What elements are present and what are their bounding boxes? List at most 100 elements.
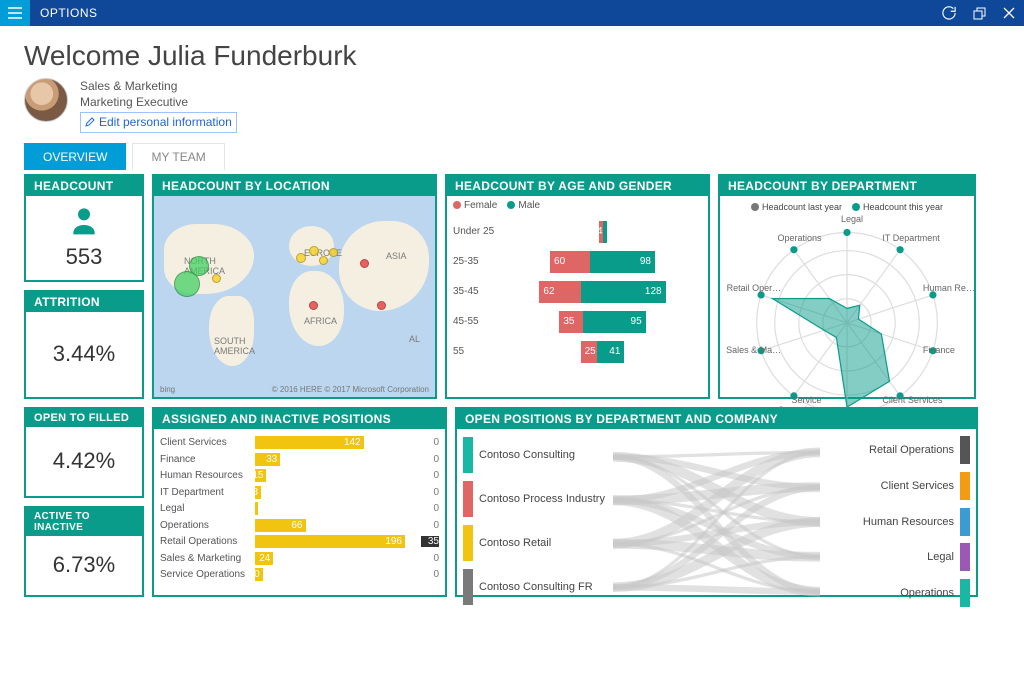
panel-assigned-title: ASSIGNED AND INACTIVE POSITIONS xyxy=(154,409,445,429)
sankey-source: Contoso Process Industry xyxy=(463,479,611,519)
title-bar: OPTIONS xyxy=(0,0,1024,26)
tab-overview[interactable]: OVERVIEW xyxy=(24,143,126,170)
age-legend: Female Male xyxy=(453,200,702,211)
avatar xyxy=(24,78,68,122)
sankey-target-label: Legal xyxy=(927,551,954,563)
sankey-target-label: Retail Operations xyxy=(869,444,954,456)
age-gender-chart[interactable]: Female Male Under 2514 25-35 6098 35-45 6212… xyxy=(447,196,708,397)
kpi-attrition-value: 3.44% xyxy=(53,341,115,367)
assigned-row-name: Finance xyxy=(160,454,255,465)
kpi-active-value: 6.73% xyxy=(53,552,115,578)
kpi-open-value: 4.42% xyxy=(53,448,115,474)
pencil-icon xyxy=(85,117,95,127)
panel-age-gender: HEADCOUNT BY AGE AND GENDER Female Male … xyxy=(445,174,710,399)
edit-personal-info-link[interactable]: Edit personal information xyxy=(80,112,237,132)
options-label: OPTIONS xyxy=(30,6,98,20)
inactive-value: 0 xyxy=(421,454,439,465)
sankey-source-label: Contoso Consulting FR xyxy=(479,581,593,593)
kpi-open-to-filled: OPEN TO FILLED 4.42% xyxy=(24,407,144,498)
sankey-source-label: Contoso Retail xyxy=(479,537,551,549)
assigned-bar: 66 xyxy=(255,519,306,532)
radar-axis-label: Operations xyxy=(752,233,822,243)
assigned-row-name: Human Resources xyxy=(160,470,255,481)
assigned-row: Sales & Marketing240 xyxy=(160,550,439,567)
sankey-source: Contoso Consulting xyxy=(463,435,611,475)
assigned-bar: 15 xyxy=(255,469,266,482)
radar-axis-label: Legal xyxy=(817,214,887,224)
assigned-row: IT Department80 xyxy=(160,484,439,501)
assigned-bar: 4 xyxy=(255,502,258,515)
inactive-value: 0 xyxy=(421,487,439,498)
map-attribution: bing © 2016 HERE © 2017 Microsoft Corpor… xyxy=(160,385,429,394)
kpi-headcount: HEADCOUNT 553 xyxy=(24,174,144,283)
assigned-row: Legal40 xyxy=(160,501,439,518)
age-bar-male: 128 xyxy=(581,281,666,303)
assigned-row: Finance33 0 xyxy=(160,451,439,468)
sankey-target-label: Operations xyxy=(900,587,954,599)
radar-axis-label: Retail Oper… xyxy=(711,283,781,293)
map-chart[interactable]: NORTHAMERICA SOUTHAMERICA EUROPE AFRICA … xyxy=(154,196,435,397)
sankey-source-label: Contoso Process Industry xyxy=(479,493,605,505)
age-bar-male: 95 xyxy=(583,311,646,333)
open-positions-chart[interactable]: Contoso Consulting Contoso Process Indust… xyxy=(457,429,976,615)
assigned-row: Client Services1420 xyxy=(160,435,439,452)
close-button[interactable] xyxy=(994,0,1024,26)
panel-map: HEADCOUNT BY LOCATION NORTHAMERICA SOUTH… xyxy=(152,174,437,399)
sankey-target: Operations xyxy=(822,577,970,609)
inactive-value: 0 xyxy=(421,569,439,580)
radar-axis-label: Finance xyxy=(923,345,993,355)
sankey-target: Human Resources xyxy=(822,506,970,538)
age-row-label: 45-55 xyxy=(453,316,503,327)
radar-axis-label: Sales & Ma… xyxy=(711,345,781,355)
age-bar-female: 62 xyxy=(539,281,580,303)
profile-meta: Sales & Marketing Marketing Executive Ed… xyxy=(78,78,237,133)
assigned-bar: 33 xyxy=(255,453,280,466)
age-bar-male: 41 xyxy=(597,341,624,363)
sankey-source: Contoso Retail xyxy=(463,523,611,563)
assigned-row-name: Operations xyxy=(160,520,255,531)
kpi-attrition: ATTRITION 3.44% xyxy=(24,290,144,399)
sankey-target: Client Services xyxy=(822,470,970,502)
age-bar-female: 60 xyxy=(550,251,590,273)
assigned-row: Operations66 0 xyxy=(160,517,439,534)
person-icon xyxy=(67,205,101,240)
assigned-chart[interactable]: Client Services1420Finance330Human Resou… xyxy=(154,429,445,595)
inactive-value: 0 xyxy=(421,470,439,481)
inactive-value: 0 xyxy=(421,520,439,531)
assigned-row: Human Resources15 0 xyxy=(160,468,439,485)
age-row-label: Under 25 xyxy=(453,226,503,237)
tab-my-team[interactable]: MY TEAM xyxy=(132,143,224,170)
age-row-label: 35-45 xyxy=(453,286,503,297)
inactive-value: 35 xyxy=(421,536,439,547)
popup-button[interactable] xyxy=(964,0,994,26)
age-bar-female: 35 xyxy=(559,311,582,333)
age-row: 552541 xyxy=(453,337,702,367)
assigned-row-name: Retail Operations xyxy=(160,536,255,547)
age-row: Under 2514 xyxy=(453,217,702,247)
department-label: Sales & Marketing xyxy=(78,78,237,94)
radar-chart[interactable]: Headcount last year Headcount this year xyxy=(720,196,974,439)
role-label: Marketing Executive xyxy=(78,94,237,110)
panel-dept-title: HEADCOUNT BY DEPARTMENT xyxy=(720,176,974,196)
sankey-source: Contoso Consulting FR xyxy=(463,567,611,607)
age-row: 25-35 6098 xyxy=(453,247,702,277)
sankey-target-label: Client Services xyxy=(881,480,954,492)
age-row: 35-45 62128 xyxy=(453,277,702,307)
panel-map-title: HEADCOUNT BY LOCATION xyxy=(154,176,435,196)
hamburger-icon[interactable] xyxy=(0,0,30,26)
age-bar-male: 98 xyxy=(590,251,655,273)
refresh-button[interactable] xyxy=(934,0,964,26)
assigned-bar: 8 xyxy=(255,486,261,499)
age-row-label: 25-35 xyxy=(453,256,503,267)
assigned-row-name: Sales & Marketing xyxy=(160,553,255,564)
age-bar-female: 25 xyxy=(581,341,598,363)
assigned-row-name: Service Operations xyxy=(160,569,255,580)
panel-age-title: HEADCOUNT BY AGE AND GENDER xyxy=(447,176,708,196)
radar-axis-label: Client Services xyxy=(882,395,952,405)
kpi-attrition-title: ATTRITION xyxy=(26,292,142,312)
assigned-bar: 196 xyxy=(255,535,405,548)
sankey-target: Legal xyxy=(822,541,970,573)
inactive-value: 0 xyxy=(421,503,439,514)
inactive-value: 0 xyxy=(421,553,439,564)
sankey-source-label: Contoso Consulting xyxy=(479,449,575,461)
